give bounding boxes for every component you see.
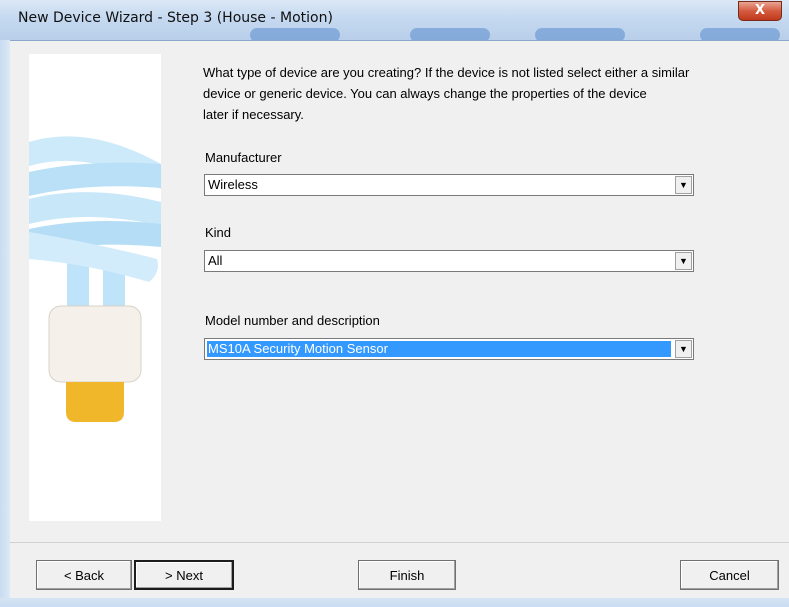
bulb-base bbox=[48, 305, 142, 383]
bulb-coil bbox=[29, 192, 161, 226]
divider bbox=[10, 542, 789, 543]
manufacturer-value: Wireless bbox=[208, 177, 258, 192]
window-frame-left bbox=[0, 40, 10, 600]
bulb-socket bbox=[66, 382, 124, 422]
titlebar-glass-blob bbox=[700, 28, 780, 40]
new-device-wizard-window: New Device Wizard - Step 3 (House - Moti… bbox=[0, 0, 789, 607]
model-label: Model number and description bbox=[205, 313, 380, 328]
cancel-button[interactable]: Cancel bbox=[680, 560, 779, 590]
title-bar[interactable]: New Device Wizard - Step 3 (House - Moti… bbox=[0, 0, 789, 41]
kind-value: All bbox=[208, 253, 223, 268]
chevron-down-icon[interactable]: ▼ bbox=[675, 252, 692, 270]
next-button[interactable]: > Next bbox=[134, 560, 234, 590]
window-title: New Device Wizard - Step 3 (House - Moti… bbox=[18, 10, 333, 26]
wizard-illustration-panel bbox=[29, 54, 161, 521]
chevron-down-icon[interactable]: ▼ bbox=[675, 340, 692, 358]
instruction-line: device or generic device. You can always… bbox=[203, 86, 647, 101]
cfl-light-bulb-icon bbox=[29, 136, 161, 422]
manufacturer-label: Manufacturer bbox=[205, 150, 282, 165]
back-button[interactable]: < Back bbox=[36, 560, 132, 590]
manufacturer-dropdown[interactable]: Wireless ▼ bbox=[204, 174, 694, 196]
instruction-line: later if necessary. bbox=[203, 107, 304, 122]
titlebar-glass-blob bbox=[250, 28, 340, 40]
finish-button[interactable]: Finish bbox=[358, 560, 456, 590]
kind-dropdown[interactable]: All ▼ bbox=[204, 250, 694, 272]
model-dropdown[interactable]: MS10A Security Motion Sensor ▼ bbox=[204, 338, 694, 360]
bulb-coil bbox=[29, 162, 161, 196]
chevron-down-icon[interactable]: ▼ bbox=[675, 176, 692, 194]
window-frame-bottom bbox=[0, 598, 789, 607]
close-button[interactable]: X bbox=[738, 1, 782, 21]
kind-label: Kind bbox=[205, 225, 232, 240]
titlebar-glass-blob bbox=[410, 28, 490, 40]
wizard-instructions: What type of device are you creating? If… bbox=[203, 62, 763, 125]
instruction-line: What type of device are you creating? If… bbox=[203, 65, 690, 80]
model-value: MS10A Security Motion Sensor bbox=[207, 341, 671, 357]
titlebar-glass-blob bbox=[535, 28, 625, 40]
